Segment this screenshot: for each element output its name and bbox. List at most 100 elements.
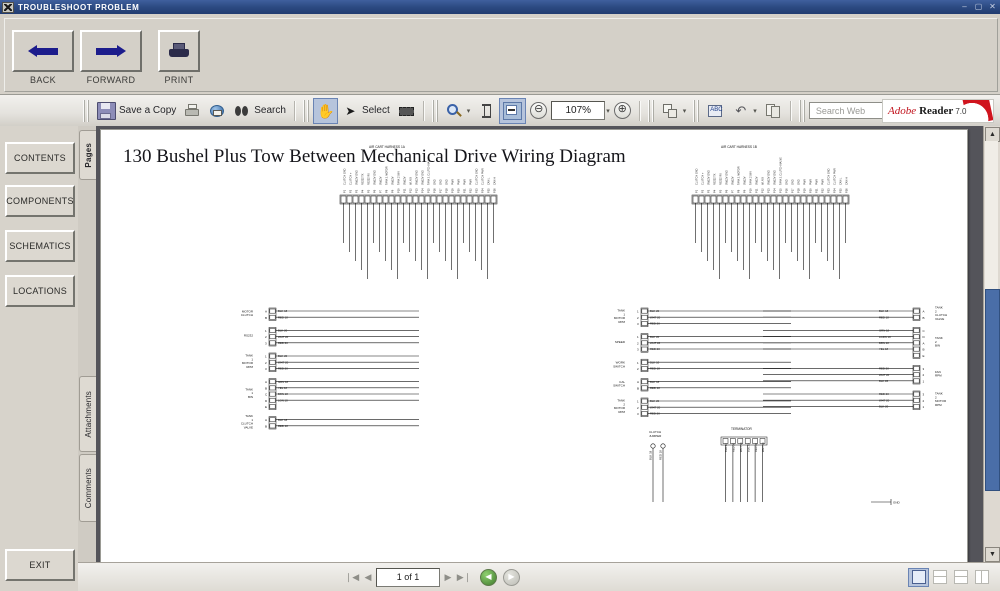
layout-single-page-button[interactable]	[908, 567, 929, 587]
svg-text:D: D	[923, 335, 926, 339]
svg-text:A: A	[923, 310, 925, 314]
copy-button[interactable]	[761, 98, 786, 124]
tab-comments-label: Comments	[83, 467, 93, 509]
zoom-tool-caret-icon[interactable]: ▾	[467, 107, 471, 115]
tab-comments[interactable]: Comments	[79, 454, 96, 522]
svg-text:SW12V: SW12V	[755, 176, 758, 185]
next-view-button[interactable]: ▶	[503, 568, 520, 586]
sidebar-item-locations[interactable]: LOCATIONS	[5, 275, 75, 307]
zoom-out-glyph: ⊖	[534, 103, 544, 115]
next-page-button[interactable]: ▶	[440, 569, 456, 585]
svg-text:VALVE: VALVE	[244, 426, 253, 430]
last-page-button[interactable]: ▶❘	[456, 569, 472, 585]
rotate-caret-icon[interactable]: ▾	[683, 107, 687, 115]
close-button[interactable]: ✕	[988, 2, 997, 11]
rotate-view-button[interactable]: ▾	[658, 98, 691, 124]
svg-text:B: B	[923, 316, 925, 320]
svg-text:PWR: PWR	[463, 179, 466, 185]
hand-tool-button[interactable]: ✋	[312, 97, 338, 124]
print-button[interactable]	[158, 30, 200, 72]
spell-check-icon	[707, 103, 724, 119]
print-toolbar-button[interactable]	[180, 98, 205, 124]
maximize-button[interactable]: ▢	[974, 2, 983, 11]
first-page-button[interactable]: ❘◀	[344, 569, 360, 585]
svg-text:TANK 1 MOTOR: TANK 1 MOTOR	[385, 166, 388, 185]
sidebar-item-contents[interactable]: CONTENTS	[5, 142, 75, 174]
svg-text:P18: P18	[444, 188, 448, 193]
scroll-up-button[interactable]: ▲	[985, 127, 1000, 142]
sidebar-item-schematics[interactable]: SCHEMATICS	[5, 230, 75, 262]
tab-pages[interactable]: Pages	[79, 130, 96, 180]
svg-text:AIR CART HARNESS 1A: AIR CART HARNESS 1A	[369, 145, 406, 149]
svg-text:C: C	[265, 393, 268, 397]
svg-text:2: 2	[637, 406, 639, 410]
svg-text:D: D	[265, 399, 268, 403]
spell-check-button[interactable]	[703, 98, 728, 124]
previous-page-button[interactable]: ◀	[360, 569, 376, 585]
undo-button[interactable]: ↶ ▾	[728, 98, 761, 124]
svg-text:P6: P6	[372, 189, 376, 193]
forward-button[interactable]	[80, 30, 142, 72]
toolbar-gripper-5[interactable]	[693, 99, 701, 122]
save-a-copy-button[interactable]: Save a Copy	[93, 98, 180, 124]
zoom-in-tool-button[interactable]: ▾	[442, 98, 475, 124]
toolbar-gripper[interactable]	[83, 99, 90, 122]
previous-view-button[interactable]: ◀	[480, 568, 497, 586]
svg-text:TERMINATOR: TERMINATOR	[731, 427, 752, 431]
zoom-out-button[interactable]: ⊖	[526, 98, 551, 124]
select-tool-button[interactable]: ➤ Select	[338, 98, 394, 124]
svg-text:JUMPER: JUMPER	[649, 434, 662, 438]
undo-caret-icon[interactable]: ▾	[753, 107, 757, 115]
tab-attachments[interactable]: Attachments	[79, 376, 96, 452]
svg-text:2: 2	[637, 341, 639, 345]
svg-text:CLUTCH GND: CLUTCH GND	[475, 168, 478, 185]
snapshot-button[interactable]	[394, 98, 419, 124]
adobe-swoosh-icon	[962, 100, 993, 122]
svg-text:1: 1	[637, 335, 639, 339]
toolbar-gripper-2[interactable]	[302, 99, 310, 122]
svg-text:1: 1	[637, 400, 639, 404]
app-nav-toolbar: BACK FORWARD PRINT	[0, 14, 1000, 95]
svg-text:TANK 2 BIN: TANK 2 BIN	[749, 171, 752, 185]
page-number-input[interactable]: 1 of 1	[376, 567, 440, 587]
toolbar-gripper-3[interactable]	[431, 99, 439, 122]
svg-text:CAN L: CAN L	[487, 177, 490, 185]
sidebar-item-components[interactable]: COMPONENTS	[5, 185, 75, 217]
layout-continuous-facing-button[interactable]	[950, 568, 971, 587]
svg-text:P9: P9	[390, 189, 394, 193]
hand-tool-icon: ✋	[316, 102, 335, 119]
back-button[interactable]	[12, 30, 74, 72]
scroll-thumb[interactable]	[985, 289, 1000, 491]
svg-text:SW12V: SW12V	[403, 176, 406, 185]
zoom-out-icon: ⊖	[530, 102, 548, 119]
scroll-track-upper[interactable]	[985, 141, 998, 289]
vertical-scrollbar[interactable]: ▲ ▼	[983, 126, 1000, 563]
zoom-in-button[interactable]: ⊕	[610, 98, 635, 124]
search-button[interactable]: Search	[230, 98, 290, 124]
zoom-in-icon	[446, 103, 463, 119]
scroll-down-button[interactable]: ▼	[985, 547, 1000, 562]
search-web-input[interactable]: Search Web	[808, 102, 891, 119]
toolbar-separator-2	[422, 100, 425, 121]
zoom-level-input[interactable]: 107%	[551, 101, 606, 120]
svg-text:P22: P22	[820, 188, 824, 193]
svg-text:GND: GND	[439, 179, 442, 185]
email-button[interactable]	[205, 98, 230, 124]
fit-page-button[interactable]	[474, 98, 499, 124]
fit-width-button[interactable]	[499, 97, 527, 124]
toolbar-gripper-4[interactable]	[647, 99, 655, 122]
svg-text:3: 3	[637, 348, 639, 352]
svg-text:A: A	[265, 310, 267, 314]
svg-text:P16: P16	[784, 188, 788, 193]
svg-text:1: 1	[637, 361, 639, 365]
exit-button[interactable]: EXIT	[5, 549, 75, 581]
layout-continuous-button[interactable]	[929, 568, 950, 587]
svg-text:P5: P5	[366, 189, 370, 193]
svg-text:RS232: RS232	[244, 334, 254, 338]
toolbar-gripper-6[interactable]	[798, 99, 806, 122]
layout-facing-button[interactable]	[971, 568, 992, 587]
svg-text:P16: P16	[432, 188, 436, 193]
back-button-label: BACK	[29, 75, 57, 85]
minimize-button[interactable]: –	[960, 2, 969, 11]
svg-text:PWR: PWR	[457, 179, 460, 185]
